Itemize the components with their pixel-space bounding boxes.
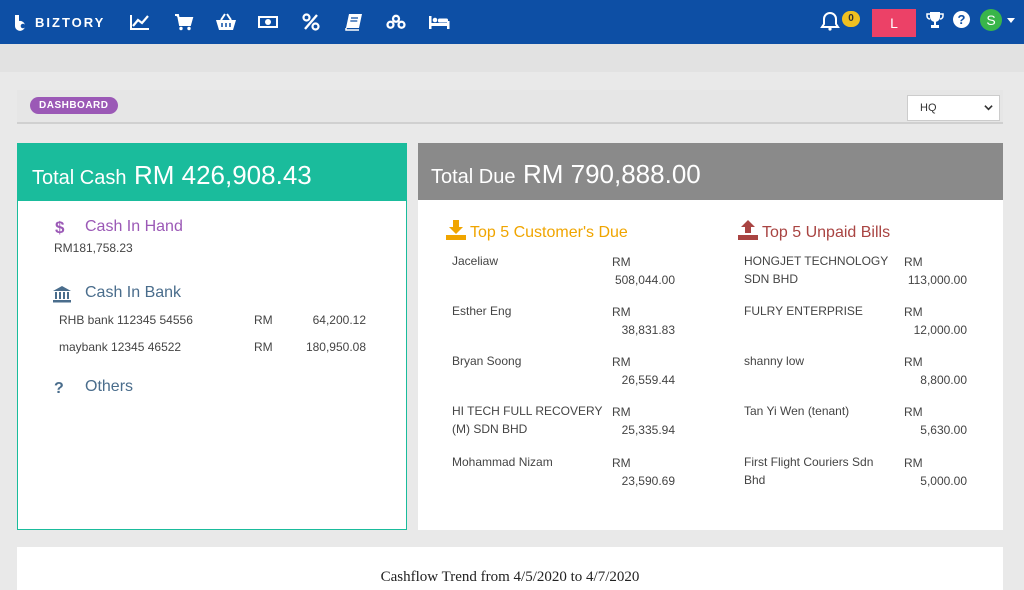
dashboard-badge: DASHBOARD (30, 97, 118, 114)
customer-name[interactable]: Mohammad Nizam (452, 453, 604, 471)
coins-icon[interactable] (385, 12, 407, 32)
bill-amount: 5,000.00 (920, 474, 967, 488)
bank-account-name: RHB bank 112345 54556 (59, 313, 193, 327)
bill-currency: RM (904, 305, 923, 319)
download-icon (446, 220, 466, 240)
top-customers-due-title[interactable]: Top 5 Customer's Due (470, 224, 628, 242)
bill-name[interactable]: First Flight Couriers Sdn Bhd (744, 453, 896, 489)
total-cash-card: Total Cash RM 426,908.43 $ Cash In Hand … (17, 143, 407, 530)
total-cash-label: Total Cash (32, 167, 127, 189)
customer-currency: RM (612, 456, 631, 470)
cart-icon[interactable] (173, 12, 195, 32)
bill-currency: RM (904, 456, 923, 470)
brand-name: BIZTORY (35, 14, 106, 30)
money-icon[interactable] (257, 12, 279, 32)
dollar-icon: $ (55, 218, 65, 237)
total-cash-header: Total Cash RM 426,908.43 (18, 144, 406, 201)
user-initial-button[interactable]: L (872, 9, 916, 37)
customer-amount: 38,831.83 (621, 323, 675, 337)
branch-select-value: HQ (920, 102, 937, 114)
upload-icon (738, 220, 758, 240)
customer-amount: 508,044.00 (614, 273, 675, 287)
total-due-card: Total Due RM 790,888.00 Top 5 Customer's… (418, 143, 1003, 530)
cash-in-hand-title[interactable]: Cash In Hand (85, 218, 183, 236)
chart-line-icon[interactable] (129, 12, 151, 32)
customer-currency: RM (612, 355, 631, 369)
customer-name[interactable]: Esther Eng (452, 302, 604, 320)
chevron-down-icon (984, 105, 993, 111)
bill-currency: RM (904, 255, 923, 269)
top-navbar: BIZTORY 0 L ? S (0, 0, 1024, 44)
bill-currency: RM (904, 405, 923, 419)
customer-name[interactable]: Bryan Soong (452, 352, 604, 370)
bank-account-currency: RM (254, 313, 273, 327)
avatar[interactable]: S (980, 9, 1002, 31)
cash-in-bank-title[interactable]: Cash In Bank (85, 284, 181, 302)
bill-amount: 12,000.00 (913, 323, 967, 337)
book-icon[interactable] (343, 12, 365, 32)
customer-currency: RM (612, 305, 631, 319)
bank-account-name: maybank 12345 46522 (59, 340, 182, 354)
trophy-icon[interactable] (926, 11, 944, 29)
branch-select[interactable]: HQ (907, 95, 1000, 121)
top-unpaid-bills-title[interactable]: Top 5 Unpaid Bills (762, 224, 890, 242)
svg-text:?: ? (54, 380, 64, 397)
customer-amount: 23,590.69 (621, 474, 675, 488)
dashboard-header: DASHBOARD HQ (17, 90, 1003, 124)
customer-name[interactable]: Jaceliaw (452, 252, 604, 270)
total-due-header: Total Due RM 790,888.00 (418, 143, 1003, 200)
bill-name[interactable]: Tan Yi Wen (tenant) (744, 402, 896, 420)
bank-icon (53, 286, 71, 303)
help-icon[interactable]: ? (953, 11, 970, 28)
customer-amount: 25,335.94 (621, 423, 675, 437)
bill-amount: 5,630.00 (920, 423, 967, 437)
chevron-down-icon[interactable] (1007, 18, 1015, 23)
bill-amount: 8,800.00 (920, 373, 967, 387)
bank-account-amount: 64,200.12 (312, 313, 366, 327)
brand-logo[interactable]: BIZTORY (12, 12, 105, 32)
cash-in-hand-amount: RM181,758.23 (54, 241, 133, 255)
customer-currency: RM (612, 405, 631, 419)
bill-name[interactable]: FULRY ENTERPRISE (744, 302, 896, 320)
cashflow-trend-title: Cashflow Trend from 4/5/2020 to 4/7/2020 (380, 569, 640, 585)
notification-badge: 0 (842, 11, 860, 27)
percent-icon[interactable] (300, 12, 322, 32)
bank-account-currency: RM (254, 340, 273, 354)
customer-name[interactable]: HI TECH FULL RECOVERY (M) SDN BHD (452, 402, 604, 438)
svg-text:$: $ (55, 218, 65, 237)
bed-icon[interactable] (428, 12, 450, 32)
sub-bar (0, 44, 1024, 72)
bill-amount: 113,000.00 (907, 273, 967, 287)
customer-amount: 26,559.44 (621, 373, 675, 387)
bill-name[interactable]: HONGJET TECHNOLOGY SDN BHD (744, 252, 896, 288)
total-due-label: Total Due (431, 166, 516, 188)
total-cash-amount: RM 426,908.43 (133, 160, 312, 190)
total-due-amount: RM 790,888.00 (522, 159, 701, 189)
bell-icon[interactable] (820, 11, 840, 31)
others-title[interactable]: Others (85, 378, 133, 396)
cashflow-trend-panel: Cashflow Trend from 4/5/2020 to 4/7/2020 (17, 547, 1003, 590)
bill-currency: RM (904, 355, 923, 369)
customer-currency: RM (612, 255, 631, 269)
logo-icon (15, 15, 26, 31)
question-icon: ? (54, 380, 64, 397)
basket-icon[interactable] (215, 12, 237, 32)
bill-name[interactable]: shanny low (744, 352, 896, 370)
bank-account-amount: 180,950.08 (305, 340, 366, 354)
